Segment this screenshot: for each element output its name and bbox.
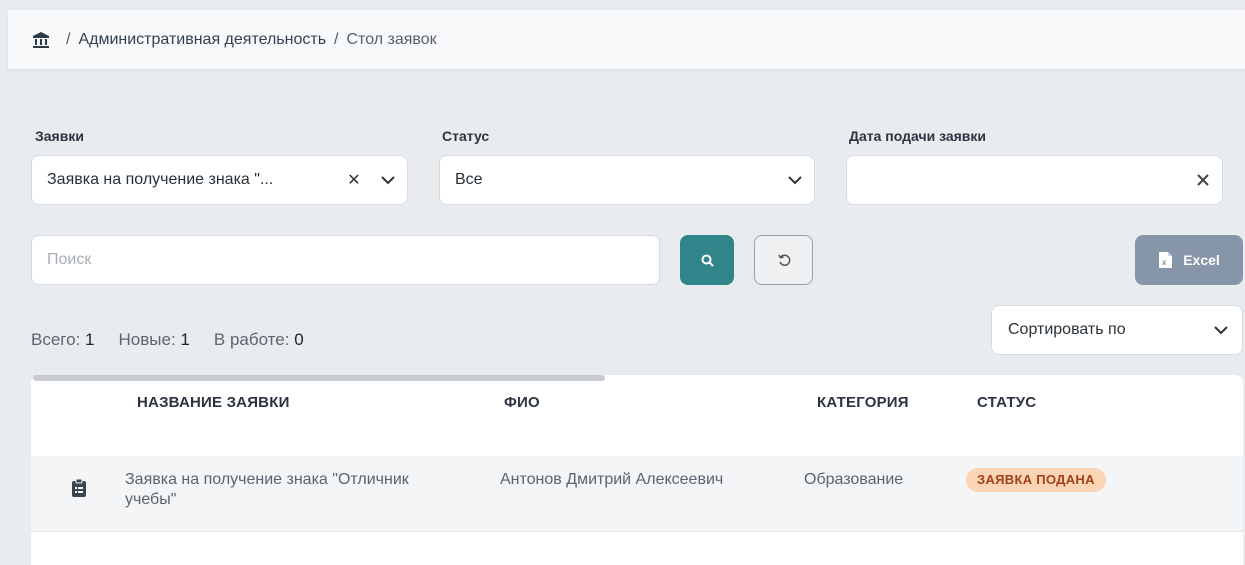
row-category: Образование (804, 471, 904, 488)
row-request-name[interactable]: Заявка на получение знака "Отличник учеб… (125, 470, 409, 510)
counts-summary: Всего: 1 Новые: 1 В работе: 0 (31, 330, 304, 350)
sort-select-placeholder: Сортировать по (1008, 321, 1126, 338)
total-count-value: 1 (85, 330, 95, 349)
new-count-value: 1 (180, 330, 190, 349)
requests-filter-label: Заявки (35, 128, 84, 144)
column-header-fio[interactable]: ФИО (504, 394, 540, 411)
column-header-status[interactable]: СТАТУС (977, 394, 1036, 411)
breadcrumb-separator: / (334, 30, 339, 48)
clear-icon[interactable]: ✕ (339, 170, 369, 190)
in-work-count-label: В работе: (213, 330, 290, 349)
status-filter-label: Статус (442, 128, 490, 144)
row-request-name-line1: Заявка на получение знака "Отличник (125, 471, 409, 488)
requests-select-value: Заявка на получение знака "... (47, 171, 274, 188)
svg-text:x: x (1162, 258, 1167, 267)
excel-button-label: Excel (1183, 252, 1220, 268)
breadcrumb: / Административная деятельность / Стол з… (8, 10, 1245, 70)
search-input[interactable] (31, 235, 660, 285)
chevron-down-icon[interactable] (776, 175, 814, 185)
excel-export-button[interactable]: x Excel (1135, 235, 1243, 285)
sort-select[interactable]: Сортировать по (991, 305, 1243, 355)
in-work-count-value: 0 (294, 330, 304, 349)
row-request-name-line2: учебы" (125, 491, 177, 508)
clear-icon[interactable] (1184, 174, 1222, 186)
breadcrumb-section-link[interactable]: Административная деятельность (78, 31, 326, 49)
date-filter-label: Дата подачи заявки (849, 128, 987, 144)
reset-icon (777, 254, 790, 266)
new-count-label: Новые: (118, 330, 176, 349)
search-icon (701, 254, 714, 267)
chevron-down-icon[interactable] (369, 175, 407, 185)
clipboard-icon (72, 478, 86, 497)
total-count: Всего: 1 (31, 330, 95, 350)
row-fio: Антонов Дмитрий Алексеевич (500, 471, 724, 488)
status-select-value: Все (455, 171, 483, 188)
total-count-label: Всего: (31, 330, 81, 349)
excel-file-icon: x (1159, 252, 1173, 268)
requests-table: НАЗВАНИЕ ЗАЯВКИ ФИО КАТЕГОРИЯ СТАТУС Зая… (31, 375, 1243, 565)
bank-icon[interactable] (32, 31, 50, 49)
breadcrumb-current: Стол заявок (346, 30, 437, 48)
table-row[interactable]: Заявка на получение знака "Отличник учеб… (31, 456, 1243, 532)
column-header-category[interactable]: КАТЕГОРИЯ (817, 394, 909, 411)
breadcrumb-separator: / (66, 30, 71, 48)
new-count: Новые: 1 (119, 330, 190, 350)
chevron-down-icon[interactable] (1200, 325, 1242, 335)
horizontal-scrollbar[interactable] (33, 375, 605, 381)
reset-button[interactable] (754, 235, 813, 285)
status-select[interactable]: Все (439, 155, 815, 205)
in-work-count: В работе: 0 (214, 330, 304, 350)
column-header-name[interactable]: НАЗВАНИЕ ЗАЯВКИ (137, 394, 290, 411)
status-badge: ЗАЯВКА ПОДАНА (966, 468, 1106, 492)
search-button[interactable] (680, 235, 734, 285)
requests-select[interactable]: Заявка на получение знака "... ✕ (31, 155, 408, 205)
date-field[interactable] (846, 155, 1223, 205)
